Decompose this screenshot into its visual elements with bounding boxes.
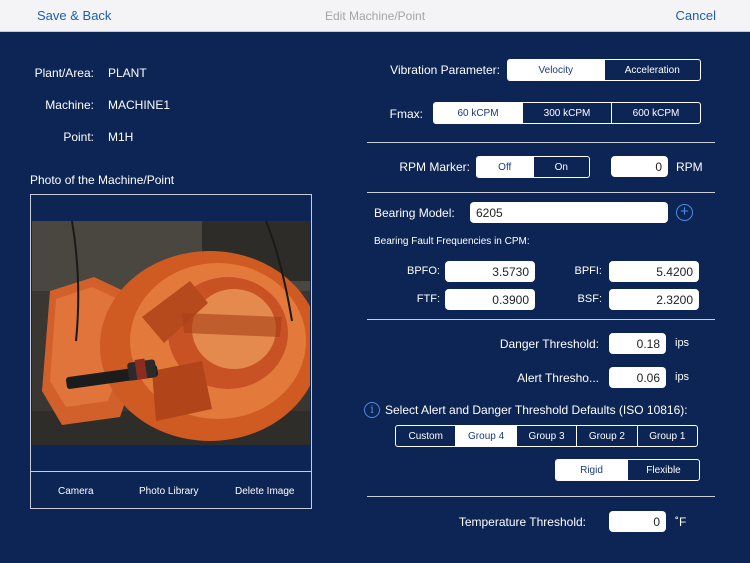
temperature-threshold-field[interactable]: 0 — [609, 511, 666, 532]
bsf-label: BSF: — [577, 293, 602, 305]
danger-threshold-label: Danger Threshold: — [499, 337, 599, 351]
group-option-3[interactable]: Group 3 — [515, 426, 576, 446]
plant-label: Plant/Area: — [34, 66, 94, 80]
fmax-option-60[interactable]: 60 kCPM — [434, 103, 522, 123]
point-value: M1H — [108, 130, 134, 144]
page-title: Edit Machine/Point — [324, 9, 426, 23]
vibration-option-velocity[interactable]: Velocity — [508, 60, 604, 80]
rpm-option-off[interactable]: Off — [477, 157, 533, 177]
bearing-model-label: Bearing Model: — [374, 206, 455, 220]
bpfo-label: BPFO: — [406, 265, 440, 277]
ftf-label: FTF: — [416, 293, 440, 305]
mount-type-segmented[interactable]: Rigid Flexible — [555, 459, 700, 481]
bpfi-field[interactable]: 5.4200 — [609, 261, 699, 282]
group-option-4[interactable]: Group 4 — [455, 426, 516, 446]
bearing-freq-heading: Bearing Fault Frequencies in CPM: — [374, 236, 530, 247]
bpfi-label: BPFI: — [574, 265, 602, 277]
rpm-field[interactable]: 0 — [611, 156, 668, 177]
group-option-1[interactable]: Group 1 — [636, 426, 697, 446]
cancel-button[interactable]: Cancel — [676, 8, 716, 23]
divider — [367, 142, 715, 143]
point-label: Point: — [63, 130, 94, 144]
temperature-unit: ˚F — [675, 515, 687, 529]
plant-value: PLANT — [108, 66, 147, 80]
group-option-2[interactable]: Group 2 — [576, 426, 636, 446]
fmax-option-300[interactable]: 300 kCPM — [522, 103, 611, 123]
photo-heading: Photo of the Machine/Point — [30, 173, 175, 187]
rpm-marker-label: RPM Marker: — [399, 160, 470, 174]
divider — [367, 319, 715, 320]
photo-toolbar: Camera Photo Library Delete Image — [31, 471, 311, 508]
rpm-option-on[interactable]: On — [532, 157, 590, 177]
iso-group-segmented[interactable]: Custom Group 4 Group 3 Group 2 Group 1 — [395, 425, 698, 447]
rpm-unit: RPM — [676, 160, 703, 174]
divider — [367, 192, 715, 193]
danger-threshold-field[interactable]: 0.18 — [609, 333, 666, 354]
divider — [367, 496, 715, 497]
temperature-threshold-label: Temperature Threshold: — [458, 515, 586, 529]
alert-threshold-label: Alert Thresho... — [517, 371, 599, 385]
machine-photo[interactable] — [32, 221, 310, 445]
add-bearing-icon[interactable]: + — [676, 204, 693, 221]
alert-threshold-unit: ips — [675, 371, 690, 383]
fmax-label: Fmax: — [389, 107, 423, 121]
threshold-defaults-label: Select Alert and Danger Threshold Defaul… — [385, 403, 688, 417]
vibration-parameter-segmented[interactable]: Velocity Acceleration — [507, 59, 701, 81]
machine-label: Machine: — [45, 98, 94, 112]
rpm-marker-segmented[interactable]: Off On — [476, 156, 590, 178]
camera-button[interactable]: Camera — [58, 486, 94, 497]
vibration-option-acceleration[interactable]: Acceleration — [603, 60, 701, 80]
vibration-label: Vibration Parameter: — [390, 63, 500, 77]
delete-image-button[interactable]: Delete Image — [235, 486, 294, 497]
machine-value: MACHINE1 — [108, 98, 171, 112]
nav-bar: Save & Back Edit Machine/Point Cancel — [0, 0, 750, 32]
photo-frame: Camera Photo Library Delete Image — [30, 194, 312, 509]
group-option-custom[interactable]: Custom — [396, 426, 455, 446]
fmax-option-600[interactable]: 600 kCPM — [611, 103, 700, 123]
bpfo-field[interactable]: 3.5730 — [445, 261, 535, 282]
info-icon[interactable]: i — [364, 402, 380, 418]
alert-threshold-field[interactable]: 0.06 — [609, 367, 666, 388]
danger-threshold-unit: ips — [675, 337, 690, 349]
bsf-field[interactable]: 2.3200 — [609, 289, 699, 310]
mount-option-flexible[interactable]: Flexible — [627, 460, 699, 480]
fmax-segmented[interactable]: 60 kCPM 300 kCPM 600 kCPM — [433, 102, 701, 124]
photo-library-button[interactable]: Photo Library — [139, 486, 198, 497]
ftf-field[interactable]: 0.3900 — [445, 289, 535, 310]
bearing-model-field[interactable]: 6205 — [470, 202, 668, 223]
mount-option-rigid[interactable]: Rigid — [556, 460, 627, 480]
machine-photo-image — [32, 221, 310, 445]
